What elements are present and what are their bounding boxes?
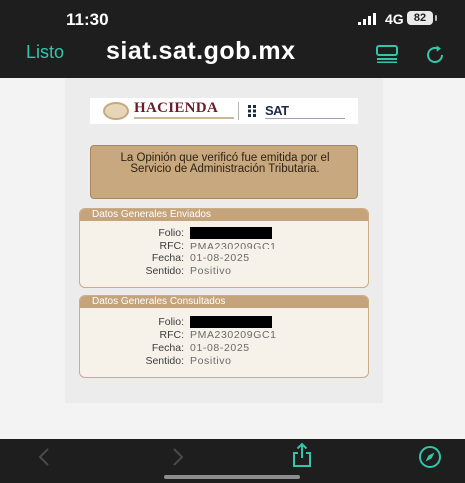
sentido-label: Sentido: <box>145 265 184 277</box>
fecha-value: 01-08-2025 <box>190 252 250 264</box>
folio-redacted <box>190 316 272 328</box>
reader-icon[interactable] <box>376 45 398 63</box>
consulted-folio-row: Folio: <box>80 316 368 329</box>
verification-document: HACIENDA SAT La Opinión que verificó fue… <box>65 78 383 403</box>
hacienda-logo: HACIENDA <box>134 100 219 116</box>
consulted-data-panel: Datos Generales Consultados Folio: RFC: … <box>79 295 369 378</box>
consulted-fecha-row: Fecha: 01-08-2025 <box>80 342 368 355</box>
web-content[interactable]: HACIENDA SAT La Opinión que verificó fue… <box>0 78 465 439</box>
battery-icon: 82 <box>407 11 433 25</box>
sent-folio-row: Folio: <box>80 227 368 240</box>
signal-icon <box>358 13 376 25</box>
battery-tip <box>435 15 437 21</box>
rfc-value: PMA230209GC1 <box>190 329 277 341</box>
sentido-value: Positivo <box>190 265 232 277</box>
sent-sentido-row: Sentido: Positivo <box>80 265 368 278</box>
sentido-value: Positivo <box>190 355 232 367</box>
folio-redacted <box>190 227 272 239</box>
logo-header: HACIENDA SAT <box>90 98 358 124</box>
folio-label: Folio: <box>158 316 184 328</box>
home-indicator[interactable] <box>164 475 300 479</box>
folio-label: Folio: <box>158 227 184 239</box>
network-type: 4G <box>385 11 404 27</box>
browser-nav-row: Listo siat.sat.gob.mx <box>0 36 465 70</box>
fecha-label: Fecha: <box>151 252 184 264</box>
status-bar: 11:30 4G 82 <box>0 8 465 32</box>
back-icon[interactable] <box>36 447 52 467</box>
consulted-rfc-row: RFC: PMA230209GC1 <box>80 329 368 342</box>
sent-fecha-row: Fecha: 01-08-2025 <box>80 252 368 265</box>
compass-icon[interactable] <box>418 445 442 469</box>
hacienda-subtitle-line <box>134 117 234 119</box>
sentido-label: Sentido: <box>145 355 184 367</box>
browser-top-bar: 11:30 4G 82 Listo siat.sat.gob.mx <box>0 0 465 78</box>
sat-subtitle-line <box>265 118 345 119</box>
done-button[interactable]: Listo <box>26 42 64 63</box>
sat-logo-icon <box>248 105 256 117</box>
share-icon[interactable] <box>292 442 312 468</box>
rfc-label: RFC: <box>159 329 185 341</box>
address-bar[interactable]: siat.sat.gob.mx <box>106 37 296 66</box>
reload-icon[interactable] <box>424 44 446 66</box>
fecha-label: Fecha: <box>151 342 184 354</box>
verification-notice: La Opinión que verificó fue emitida por … <box>90 145 358 199</box>
notice-text: La Opinión que verificó fue emitida por … <box>120 152 330 175</box>
hacienda-seal-icon <box>103 102 129 120</box>
sent-data-panel: Datos Generales Enviados Folio: RFC: PMA… <box>79 208 369 288</box>
sat-logo: SAT <box>265 103 289 118</box>
rfc-value: PMA230209GC1 <box>190 241 277 249</box>
consulted-panel-title: Datos Generales Consultados <box>80 296 368 308</box>
logo-divider <box>238 102 239 120</box>
status-time: 11:30 <box>66 10 109 29</box>
browser-bottom-toolbar <box>0 439 465 483</box>
sent-panel-title: Datos Generales Enviados <box>80 209 368 221</box>
forward-icon[interactable] <box>170 447 186 467</box>
fecha-value: 01-08-2025 <box>190 342 250 354</box>
consulted-sentido-row: Sentido: Positivo <box>80 355 368 368</box>
